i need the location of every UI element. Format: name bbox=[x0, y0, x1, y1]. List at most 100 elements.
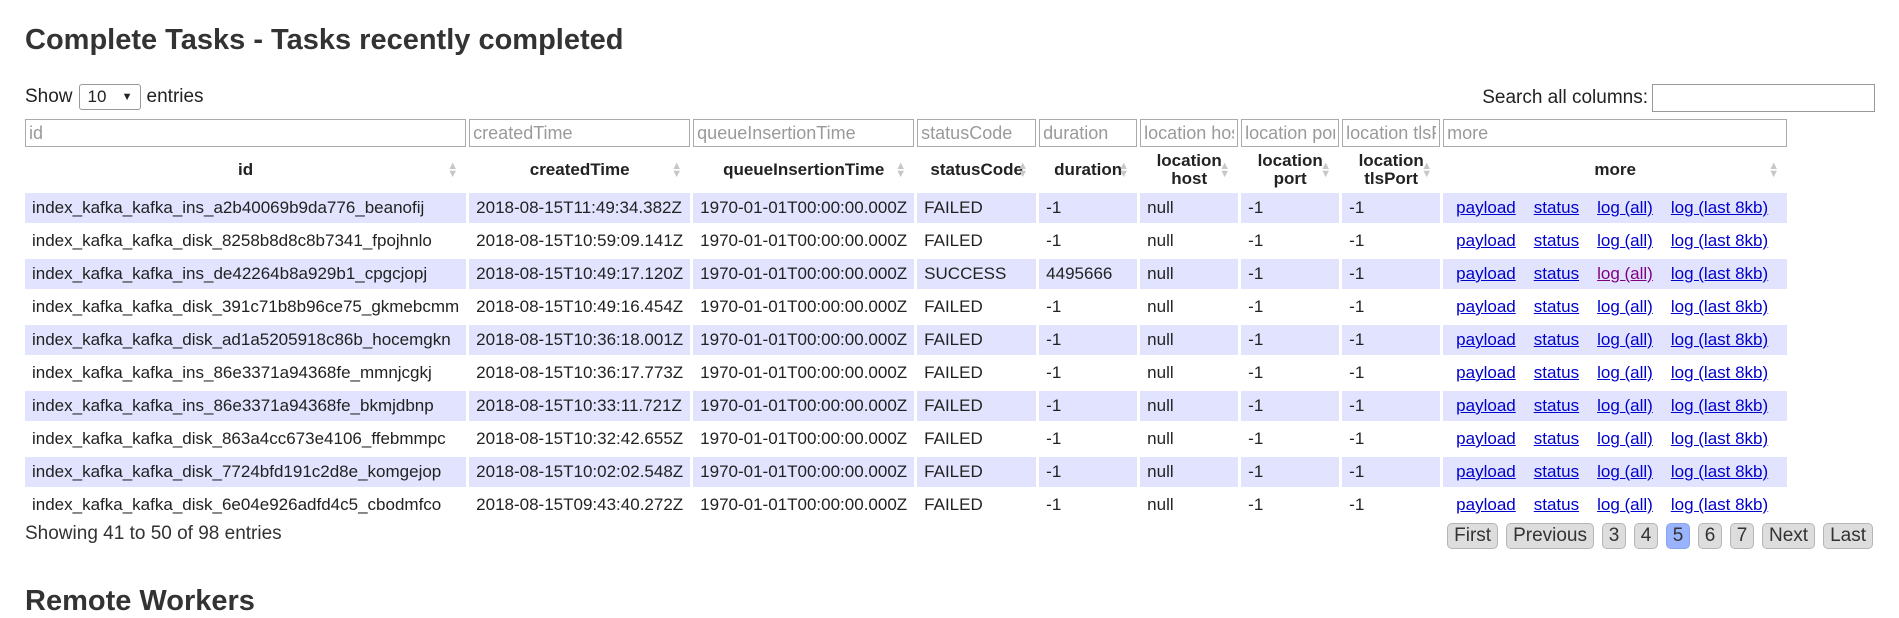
table-row: index_kafka_kafka_ins_a2b40069b9da776_be… bbox=[25, 193, 1788, 223]
log-last-8kb-link[interactable]: log (last 8kb) bbox=[1671, 198, 1768, 217]
filter-input-location-host[interactable] bbox=[1140, 119, 1239, 147]
log-all-link[interactable]: log (all) bbox=[1597, 330, 1653, 349]
filter-input-createdtime[interactable] bbox=[469, 119, 691, 147]
cell-id: index_kafka_kafka_disk_391c71b8b96ce75_g… bbox=[25, 292, 467, 322]
payload-link[interactable]: payload bbox=[1456, 363, 1516, 382]
cell-location-port: -1 bbox=[1241, 391, 1340, 421]
status-link[interactable]: status bbox=[1534, 429, 1579, 448]
log-all-link[interactable]: log (all) bbox=[1597, 363, 1653, 382]
cell-statuscode: FAILED bbox=[917, 358, 1037, 388]
column-header-createdtime[interactable]: createdTime ▲ ▼ bbox=[469, 150, 690, 190]
cell-createdtime: 2018-08-15T10:49:16.454Z bbox=[469, 292, 691, 322]
cell-duration: -1 bbox=[1039, 391, 1138, 421]
entries-label: entries bbox=[146, 86, 204, 107]
filter-input-location-port[interactable] bbox=[1241, 119, 1340, 147]
log-last-8kb-link[interactable]: log (last 8kb) bbox=[1671, 330, 1768, 349]
column-header-label: location tlsPort bbox=[1358, 151, 1424, 188]
column-header-location-port[interactable]: location port ▲ ▼ bbox=[1241, 150, 1339, 190]
log-last-8kb-link[interactable]: log (last 8kb) bbox=[1671, 429, 1768, 448]
status-link[interactable]: status bbox=[1534, 330, 1579, 349]
table-body: index_kafka_kafka_ins_a2b40069b9da776_be… bbox=[25, 193, 1788, 520]
page-button-4[interactable]: 4 bbox=[1634, 523, 1658, 549]
log-last-8kb-link[interactable]: log (last 8kb) bbox=[1671, 297, 1768, 316]
log-all-link[interactable]: log (all) bbox=[1597, 396, 1653, 415]
column-header-more[interactable]: more ▲ ▼ bbox=[1443, 150, 1787, 190]
log-all-link[interactable]: log (all) bbox=[1597, 297, 1653, 316]
status-link[interactable]: status bbox=[1534, 198, 1579, 217]
page-button-6[interactable]: 6 bbox=[1698, 523, 1722, 549]
next-page-button[interactable]: Next bbox=[1762, 523, 1816, 549]
last-page-button[interactable]: Last bbox=[1823, 523, 1873, 549]
page-button-3[interactable]: 3 bbox=[1602, 523, 1626, 549]
cell-more: payload status log (all) log (last 8kb) bbox=[1443, 358, 1788, 388]
log-last-8kb-link[interactable]: log (last 8kb) bbox=[1671, 264, 1768, 283]
status-link[interactable]: status bbox=[1534, 264, 1579, 283]
cell-location-port: -1 bbox=[1241, 193, 1340, 223]
filter-input-statuscode[interactable] bbox=[917, 119, 1037, 147]
log-last-8kb-link[interactable]: log (last 8kb) bbox=[1671, 231, 1768, 250]
filter-cell-location-tlsport bbox=[1342, 119, 1441, 147]
previous-page-button[interactable]: Previous bbox=[1506, 523, 1594, 549]
filter-input-queueinsertiontime[interactable] bbox=[693, 119, 915, 147]
cell-createdtime: 2018-08-15T10:49:17.120Z bbox=[469, 259, 691, 289]
show-label: Show bbox=[25, 86, 73, 107]
page-button-5-active[interactable]: 5 bbox=[1666, 523, 1690, 549]
payload-link[interactable]: payload bbox=[1456, 495, 1516, 514]
log-all-link[interactable]: log (all) bbox=[1597, 495, 1653, 514]
log-last-8kb-link[interactable]: log (last 8kb) bbox=[1671, 462, 1768, 481]
payload-link[interactable]: payload bbox=[1456, 264, 1516, 283]
log-last-8kb-link[interactable]: log (last 8kb) bbox=[1671, 495, 1768, 514]
log-all-link[interactable]: log (all) bbox=[1597, 231, 1653, 250]
log-all-link[interactable]: log (all) bbox=[1597, 264, 1653, 283]
sort-icon: ▲ ▼ bbox=[1320, 160, 1332, 180]
payload-link[interactable]: payload bbox=[1456, 462, 1516, 481]
entries-length-select[interactable]: 10 ▼ bbox=[78, 84, 141, 110]
column-header-label: location port bbox=[1257, 151, 1323, 188]
cell-id: index_kafka_kafka_ins_86e3371a94368fe_mm… bbox=[25, 358, 467, 388]
table-info: Showing 41 to 50 of 98 entries bbox=[25, 523, 282, 544]
payload-link[interactable]: payload bbox=[1456, 429, 1516, 448]
cell-createdtime: 2018-08-15T10:59:09.141Z bbox=[469, 226, 691, 256]
column-header-duration[interactable]: duration ▲ ▼ bbox=[1039, 150, 1137, 190]
status-link[interactable]: status bbox=[1534, 297, 1579, 316]
cell-createdtime: 2018-08-15T11:49:34.382Z bbox=[469, 193, 691, 223]
payload-link[interactable]: payload bbox=[1456, 198, 1516, 217]
page-button-7[interactable]: 7 bbox=[1730, 523, 1754, 549]
status-link[interactable]: status bbox=[1534, 363, 1579, 382]
payload-link[interactable]: payload bbox=[1456, 396, 1516, 415]
column-header-location-host[interactable]: location host ▲ ▼ bbox=[1140, 150, 1238, 190]
cell-createdtime: 2018-08-15T10:33:11.721Z bbox=[469, 391, 691, 421]
search-all-columns-input[interactable] bbox=[1652, 84, 1875, 112]
status-link[interactable]: status bbox=[1534, 495, 1579, 514]
payload-link[interactable]: payload bbox=[1456, 231, 1516, 250]
payload-link[interactable]: payload bbox=[1456, 330, 1516, 349]
cell-statuscode: FAILED bbox=[917, 391, 1037, 421]
cell-statuscode: FAILED bbox=[917, 325, 1037, 355]
status-link[interactable]: status bbox=[1534, 231, 1579, 250]
log-all-link[interactable]: log (all) bbox=[1597, 462, 1653, 481]
filter-input-more[interactable] bbox=[1443, 119, 1788, 147]
log-last-8kb-link[interactable]: log (last 8kb) bbox=[1671, 363, 1768, 382]
cell-location-tlsport: -1 bbox=[1342, 259, 1441, 289]
cell-location-port: -1 bbox=[1241, 424, 1340, 454]
column-header-queueinsertiontime[interactable]: queueInsertionTime ▲ ▼ bbox=[693, 150, 914, 190]
filter-cell-location-host bbox=[1140, 119, 1239, 147]
cell-id: index_kafka_kafka_disk_6e04e926adfd4c5_c… bbox=[25, 490, 467, 520]
column-header-location-tlsport[interactable]: location tlsPort ▲ ▼ bbox=[1342, 150, 1440, 190]
first-page-button[interactable]: First bbox=[1447, 523, 1499, 549]
payload-link[interactable]: payload bbox=[1456, 297, 1516, 316]
table-row: index_kafka_kafka_disk_7724bfd191c2d8e_k… bbox=[25, 457, 1788, 487]
sort-icon: ▲ ▼ bbox=[1768, 160, 1780, 180]
log-all-link[interactable]: log (all) bbox=[1597, 198, 1653, 217]
filter-input-id[interactable] bbox=[25, 119, 467, 147]
cell-location-port: -1 bbox=[1241, 358, 1340, 388]
filter-input-location-tlsport[interactable] bbox=[1342, 119, 1441, 147]
status-link[interactable]: status bbox=[1534, 462, 1579, 481]
log-all-link[interactable]: log (all) bbox=[1597, 429, 1653, 448]
column-header-statuscode[interactable]: statusCode ▲ ▼ bbox=[917, 150, 1036, 190]
filter-input-duration[interactable] bbox=[1039, 119, 1138, 147]
column-header-id[interactable]: id ▲ ▼ bbox=[25, 150, 466, 190]
status-link[interactable]: status bbox=[1534, 396, 1579, 415]
cell-location-tlsport: -1 bbox=[1342, 424, 1441, 454]
log-last-8kb-link[interactable]: log (last 8kb) bbox=[1671, 396, 1768, 415]
